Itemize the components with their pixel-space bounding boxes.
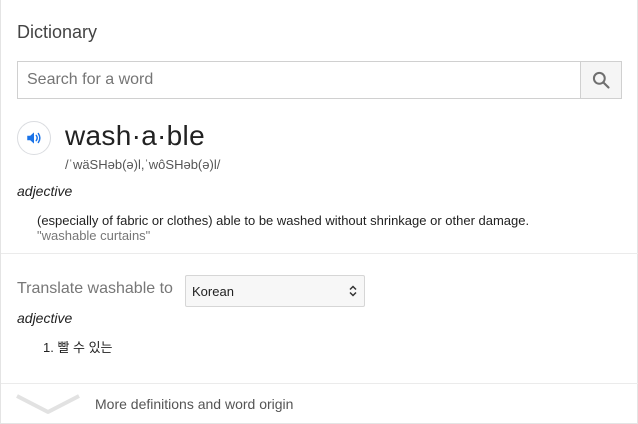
translation-result: 1. 빨 수 있는 [43, 340, 113, 355]
card-title: Dictionary [17, 22, 98, 42]
definition-text: (especially of fabric or clothes) able t… [37, 213, 530, 228]
more-definitions-link[interactable]: More definitions and word origin [95, 396, 293, 412]
example-text: "washable curtains" [37, 228, 151, 243]
footer-divider [1, 383, 638, 384]
pronunciation-button[interactable] [17, 121, 51, 155]
chevron-down-icon [16, 394, 80, 414]
search-icon [592, 71, 610, 89]
headword: wash·a·ble [65, 120, 205, 151]
expand-button[interactable] [15, 393, 81, 420]
search-button[interactable] [580, 62, 621, 98]
search-input[interactable] [18, 62, 580, 98]
search-bar [17, 61, 622, 99]
translate-label: Translate washable to [17, 280, 173, 297]
part-of-speech: adjective [17, 183, 73, 199]
speaker-icon [27, 132, 41, 144]
language-select[interactable]: Korean [185, 275, 365, 307]
phonetic-spelling: /ˈwäSHəb(ə)l,ˈwôSHəb(ə)l/ [65, 157, 221, 172]
language-select-value: Korean [192, 283, 234, 299]
translation-part-of-speech: adjective [17, 310, 73, 326]
select-arrows-icon [349, 285, 357, 297]
section-divider [1, 253, 638, 254]
dictionary-card: Dictionary wash·a·ble /ˈwäSHəb(ə)l,ˈwôSH… [0, 0, 638, 424]
